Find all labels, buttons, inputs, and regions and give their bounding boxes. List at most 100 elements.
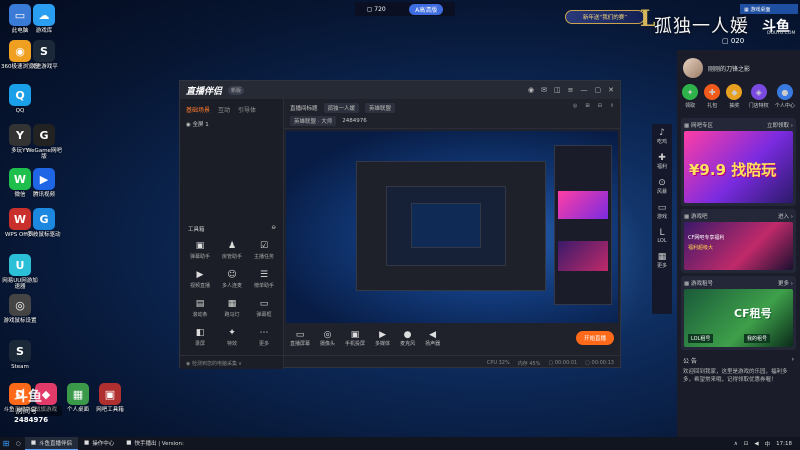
desktop-icon[interactable]: S 次进游戏平 [24,40,64,70]
minimize-icon[interactable]: — [581,86,588,94]
tray-item[interactable]: 中 [765,440,771,448]
my-rent-button[interactable]: 我的租号 [744,334,771,343]
source-button[interactable]: ▭ 直播屏幕 [290,330,310,347]
toolbox-item[interactable]: ☺ 多人连麦 [216,270,248,289]
tray-item[interactable]: 17:18 [776,441,792,447]
skin-icon[interactable]: ◫ [554,86,561,94]
taskbar-app[interactable]: ■ 操作中心 [78,437,120,450]
promo-image[interactable]: CF网吧专享福利 福利超级大 [684,222,793,270]
tray-item[interactable]: ⊡ [744,441,749,447]
app-icon: ◎ [9,294,31,316]
scene-tab[interactable]: 引导体 [238,105,256,114]
toolbox-item[interactable]: ◧ 录屏 [184,328,216,347]
side-strip-item[interactable]: ✚ 福利 [657,153,667,170]
desktop-icon[interactable]: ▣ 网吧工具箱 [90,383,130,413]
search-icon[interactable]: ○ [12,441,25,447]
quick-action[interactable]: ● 个人中心 [775,84,795,109]
stream-title-field[interactable]: 孤独一人媛 [323,103,360,113]
tray-item[interactable]: ◀ [754,441,758,447]
announcement-title: 公 告 [683,358,697,365]
side-strip-item[interactable]: L LOL [657,228,666,244]
card-more-link[interactable]: 更多 › [778,279,793,287]
announcement-body: 欢迎回到我家，这里是游戏的乐园，福利多多，希望常来哦，记得领取优惠券喔！ [683,369,788,384]
quick-action-icon: ◈ [750,84,767,100]
quick-action-icon: ✚ [704,84,721,100]
promo-card-cafe[interactable]: ▦ 网吧专区 立即领取 › ¥9.9 找陪玩 [681,118,796,206]
source-button[interactable]: ◎ 摄像头 [320,330,335,347]
source-icon: ▶ [379,329,387,340]
card-more-link[interactable]: 进入 › [778,212,793,220]
toolbox-item[interactable]: ⋯ 更多 [248,328,280,347]
tray-item[interactable]: ∧ [734,441,738,447]
desktop-icon[interactable]: S Steam [0,340,40,370]
desktop-icon[interactable]: Q QQ [0,84,40,114]
quick-action[interactable]: ◈ 门店特权 [749,84,769,109]
header-action-icon[interactable]: ◎ [573,103,577,109]
desktop-icon[interactable]: G WeGame网吧版 [24,124,64,161]
toolbox-item[interactable]: ▶ 视频直播 [184,270,216,289]
mail-icon[interactable]: ✉ [541,86,547,94]
desk-tab[interactable]: ▦ 游戏桌面 [740,4,798,14]
toolbox-item[interactable]: ☑ 主播任务 [248,241,280,260]
toolbox-item[interactable]: ☰ 榜单助手 [248,270,280,289]
header-action-icon[interactable]: ⊞ [585,103,589,109]
toolbox-item[interactable]: ▦ 跑马灯 [216,299,248,318]
promo-image[interactable]: CF租号 LOL租号 我的租号 [684,289,793,347]
category-field[interactable]: 英雄联盟 [365,103,396,113]
header-actions: ◎ ⊞ ⊟ ⇪ [573,103,614,109]
room-category-pill[interactable]: 英雄联盟 · 大师 [290,116,337,126]
toolbox-settings-icon[interactable]: ⊖ [271,225,276,233]
header-action-icon[interactable]: ⊟ [598,103,602,109]
tool-label: 弹幕框 [256,312,272,318]
announcement-more[interactable]: › [792,356,794,365]
source-button[interactable]: ● 麦克风 [400,330,415,347]
quick-action[interactable]: ✦ 领取 [682,84,699,109]
live-preview[interactable] [286,131,618,323]
hd-button[interactable]: A高清版 [409,3,444,15]
promo-headline: CF租号 [734,307,772,320]
scene-item[interactable]: ◉ 全屏 1 [180,117,283,131]
toolbox-item[interactable]: ♟ 房管助手 [216,241,248,260]
side-strip-item[interactable]: ⊙ 风暴 [657,178,667,195]
desktop-icon[interactable]: ◎ 游戏鼠标设置 [0,294,40,324]
card-more-link[interactable]: 立即领取 › [767,121,793,129]
side-strip-item[interactable]: ▦ 更多 [657,252,667,269]
quick-action[interactable]: ✚ 礼包 [704,84,721,109]
scene-tab[interactable]: 基础场景 [186,105,210,114]
desktop-icon[interactable]: ▶ 腾讯视频 [24,168,64,198]
promo-card-game[interactable]: ▦ 游戏吧 进入 › CF网吧专享福利 福利超级大 [681,209,796,273]
taskbar-app[interactable]: ■ 快手播出 | Version: [120,437,190,450]
promo-card-rent[interactable]: ▦ 游戏租号 更多 › CF租号 LOL租号 我的租号 [681,276,796,350]
version-badge[interactable]: 新版 [228,85,245,95]
close-icon[interactable]: ✕ [608,86,614,94]
source-button[interactable]: ▣ 手机投屏 [345,330,365,347]
desktop-icon[interactable]: G 罗技鼠标驱动 [24,208,64,238]
source-button[interactable]: ◀ 扬声器 [425,330,440,347]
resolution-label[interactable]: ▢ 720 [367,6,386,13]
header-action-icon[interactable]: ⇪ [610,103,614,109]
desktop-icon[interactable]: U 网易UU网游加速器 [0,254,40,291]
avatar[interactable] [683,58,703,78]
app-titlebar[interactable]: 直播伴侣 新版 ◉ ✉ ◫ ≡ — ▢ ✕ [180,81,620,99]
source-button[interactable]: ▶ 多媒体 [375,330,390,347]
side-strip-item[interactable]: ♪ 吃鸡 [657,128,667,145]
scene-tabs: 基础场景 互动 引导体 [180,99,283,117]
scene-tab[interactable]: 互动 [218,105,230,114]
start-live-button[interactable]: 开始直播 [575,331,614,345]
maximize-icon[interactable]: ▢ [595,86,602,94]
promo-image[interactable]: ¥9.9 找陪玩 [684,131,793,203]
profile-row[interactable]: 刚刚的刀锋之影 [677,50,800,82]
taskbar-app[interactable]: ■ 斗鱼直播伴侣 [24,437,79,450]
rent-lol-button[interactable]: LOL租号 [688,334,714,343]
toolbox-item[interactable]: ▭ 弹幕框 [248,299,280,318]
desktop-icon[interactable]: ☁ 游戏库 [24,4,64,34]
side-strip-item[interactable]: ▭ 游戏 [657,203,667,220]
toolbox-item[interactable]: ✦ 特效 [216,328,248,347]
quick-action[interactable]: ◆ 抽奖 [726,84,743,109]
menu-icon[interactable]: ≡ [568,86,574,94]
toolbox-item[interactable]: ▤ 滚动条 [184,299,216,318]
avatar-icon[interactable]: ◉ [528,86,534,94]
toolbox-item[interactable]: ▣ 弹幕助手 [184,241,216,260]
capture-hint[interactable]: ◉ 检测到您的电脑采集 v [180,355,284,369]
start-icon[interactable]: ⊞ [0,438,12,450]
